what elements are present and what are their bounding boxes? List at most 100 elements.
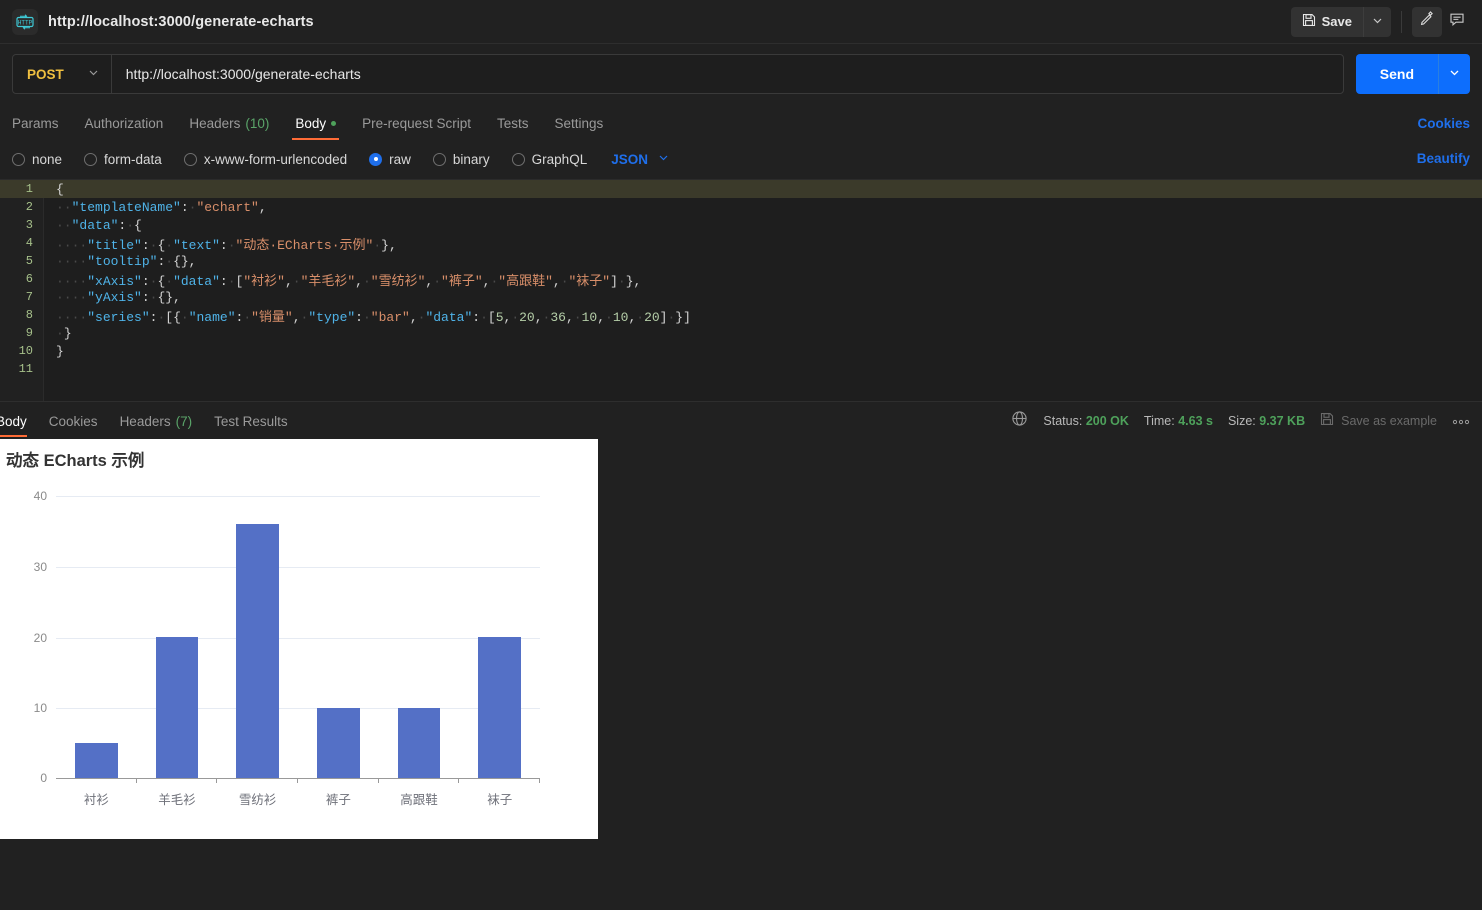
tab-label: Body: [0, 414, 27, 429]
tab-settings[interactable]: Settings: [554, 116, 603, 140]
x-axis-tickmark: [378, 778, 379, 783]
chevron-down-icon: [1372, 13, 1383, 31]
url-input[interactable]: http://localhost:3000/generate-echarts: [112, 66, 375, 82]
request-tabs: Params Authorization Headers (10) Body P…: [0, 106, 1482, 140]
status-badge: Status: 200 OK: [1043, 414, 1129, 428]
cookies-link[interactable]: Cookies: [1417, 116, 1470, 131]
request-body-editor[interactable]: 1 { 2 ··"templateName":·"echart", 3 ··"d…: [0, 179, 1482, 401]
comment-button[interactable]: [1442, 7, 1472, 37]
tab-params[interactable]: Params: [12, 116, 59, 140]
tab-headers[interactable]: Headers (10): [189, 116, 269, 140]
bar-cell: [56, 496, 137, 778]
chart-plot-area: 40 30 20 10 0: [56, 496, 540, 779]
line-number: 8: [0, 308, 44, 322]
send-dropdown-button[interactable]: [1438, 54, 1470, 94]
bar-裤子[interactable]: [317, 708, 360, 779]
tab-count: (10): [245, 116, 269, 131]
time-label: Time:: [1144, 414, 1175, 428]
line-number: 10: [0, 344, 44, 358]
bar-雪纺衫[interactable]: [236, 524, 279, 778]
editor-code-area[interactable]: 1 { 2 ··"templateName":·"echart", 3 ··"d…: [0, 180, 1482, 401]
tab-tests[interactable]: Tests: [497, 116, 529, 140]
code-line: 11: [0, 360, 1482, 378]
tab-pre-request-script[interactable]: Pre-request Script: [362, 116, 471, 140]
chart-title: 动态 ECharts 示例: [6, 447, 144, 471]
body-type-label: form-data: [104, 152, 162, 167]
bar-衬衫[interactable]: [75, 743, 118, 778]
postman-window: HTTP http://localhost:3000/generate-echa…: [0, 0, 1482, 910]
line-text: ····"series":·[{·"name":·"销量",·"type":·"…: [44, 306, 691, 325]
size-badge: Size: 9.37 KB: [1228, 414, 1305, 428]
radio-icon: [184, 153, 197, 166]
body-type-graphql[interactable]: GraphQL: [512, 152, 588, 167]
bar-cell: [459, 496, 540, 778]
send-group: Send: [1356, 54, 1470, 94]
chart-bars: [56, 496, 540, 778]
response-tab-headers[interactable]: Headers (7): [120, 405, 193, 437]
response-body: 动态 ECharts 示例 40 30 20 10 0: [0, 439, 1482, 910]
save-dropdown-button[interactable]: [1363, 7, 1391, 37]
response-tab-test-results[interactable]: Test Results: [214, 405, 288, 437]
line-text: ····"tooltip":·{},: [44, 254, 196, 269]
bar-cell: [298, 496, 379, 778]
x-axis-label: 雪纺衫: [217, 789, 298, 808]
tab-label: Test Results: [214, 414, 288, 429]
code-line: 10 }: [0, 342, 1482, 360]
save-button[interactable]: Save: [1291, 7, 1363, 37]
body-type-label: x-www-form-urlencoded: [204, 152, 347, 167]
bar-高跟鞋[interactable]: [398, 708, 441, 779]
save-as-example-button[interactable]: Save as example: [1320, 412, 1437, 429]
bar-cell: [137, 496, 218, 778]
echarts-chart: 动态 ECharts 示例 40 30 20 10 0: [0, 439, 598, 839]
y-axis-tick: 40: [34, 489, 47, 503]
tab-authorization[interactable]: Authorization: [85, 116, 164, 140]
send-button[interactable]: Send: [1356, 54, 1438, 94]
line-number: 2: [0, 200, 44, 214]
line-text: {: [44, 182, 64, 197]
code-line: 1 {: [0, 180, 1482, 198]
floppy-disk-icon: [1320, 412, 1334, 429]
tab-label: Body: [295, 116, 326, 131]
y-axis-tick: 0: [40, 771, 47, 785]
body-format-selector[interactable]: JSON: [611, 150, 669, 168]
line-number: 4: [0, 236, 44, 250]
body-type-none[interactable]: none: [12, 152, 62, 167]
x-axis-tickmark: [136, 778, 137, 783]
save-group: Save: [1291, 7, 1391, 37]
line-text: ····"xAxis":·{·"data":·["衬衫",·"羊毛衫",·"雪纺…: [44, 270, 641, 289]
response-tab-body[interactable]: Body: [0, 405, 27, 437]
time-value: 4.63 s: [1178, 414, 1213, 428]
svg-text:HTTP: HTTP: [18, 19, 33, 26]
method-selector[interactable]: POST: [13, 55, 112, 93]
globe-icon: [1011, 410, 1028, 432]
body-type-binary[interactable]: binary: [433, 152, 490, 167]
x-axis-label: 高跟鞋: [379, 789, 460, 808]
y-axis-tick: 10: [34, 701, 47, 715]
x-axis-label: 袜子: [459, 789, 540, 808]
comment-icon: [1449, 11, 1465, 32]
bar-袜子[interactable]: [478, 637, 521, 778]
line-text: ··"templateName":·"echart",: [44, 200, 267, 215]
x-axis-tickmark: [458, 778, 459, 783]
tab-label: Cookies: [49, 414, 98, 429]
line-text: }: [44, 344, 64, 359]
body-type-raw[interactable]: raw: [369, 152, 411, 167]
ellipsis-icon[interactable]: [1452, 412, 1470, 430]
x-axis-label: 衬衫: [56, 789, 137, 808]
x-axis-tickmark: [539, 778, 540, 783]
edit-button[interactable]: [1412, 7, 1442, 37]
body-type-urlencoded[interactable]: x-www-form-urlencoded: [184, 152, 347, 167]
titlebar-divider: [1401, 11, 1402, 33]
floppy-disk-icon: [1302, 13, 1316, 30]
body-type-label: raw: [389, 152, 411, 167]
bar-羊毛衫[interactable]: [156, 637, 199, 778]
code-line: 8 ····"series":·[{·"name":·"销量",·"type":…: [0, 306, 1482, 324]
tab-body[interactable]: Body: [295, 116, 336, 140]
x-axis-tickmark: [216, 778, 217, 783]
line-text: ·}: [44, 326, 72, 341]
beautify-link[interactable]: Beautify: [1417, 151, 1470, 166]
line-text: ··"data":·{: [44, 218, 142, 233]
response-tab-cookies[interactable]: Cookies: [49, 405, 98, 437]
body-type-form-data[interactable]: form-data: [84, 152, 162, 167]
body-type-label: binary: [453, 152, 490, 167]
